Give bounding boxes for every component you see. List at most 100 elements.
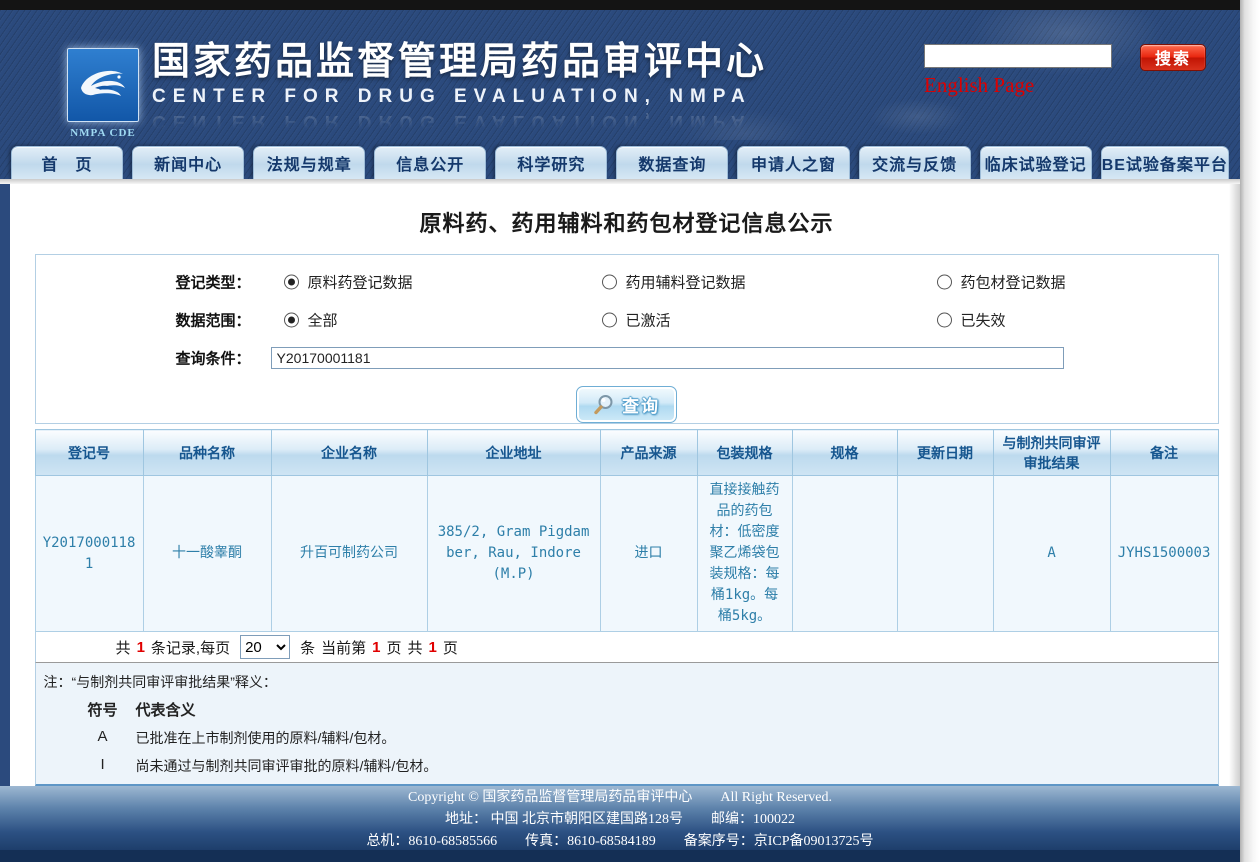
legend-meaning-header: 代表含义 — [136, 699, 1210, 720]
footer-copyright: Copyright © 国家药品监督管理局药品审评中心 All Right Re… — [0, 786, 1240, 806]
site-search-button[interactable]: 搜索 — [1140, 44, 1206, 71]
cell-reg-no: Y20170001181 — [35, 476, 143, 632]
query-button-label: 查询 — [622, 392, 660, 417]
page: NMPA CDE 国家药品监督管理局药品审评中心 CENTER FOR DRUG… — [0, 0, 1240, 862]
left-blue-strip — [0, 184, 10, 786]
legend-notes: 注：“与制剂共同审评审批结果”释义： 符号 代表含义 A 已批准在上市制剂使用的… — [35, 663, 1219, 786]
query-button[interactable]: 查询 — [576, 386, 677, 423]
query-condition-input[interactable] — [271, 347, 1064, 369]
radio-icon[interactable] — [284, 275, 299, 290]
cell-product-name: 十一酸睾酮 — [143, 476, 271, 632]
radio-icon[interactable] — [937, 313, 952, 328]
cde-fish-swoosh-icon — [75, 64, 131, 106]
nav-tab-news[interactable]: 新闻中心 — [132, 146, 244, 179]
nav-tab-applicant-window[interactable]: 申请人之窗 — [737, 146, 849, 179]
data-scope-row: 数据范围： 全部 已激活 已失效 — [36, 301, 1218, 339]
radio-option-packaging-data[interactable]: 药包材登记数据 — [937, 272, 1066, 293]
col-header-remarks: 备注 — [1110, 430, 1218, 476]
legend-symbol-header: 符号 — [70, 699, 136, 720]
scrollbar-gutter[interactable] — [1240, 0, 1259, 862]
main-nav: 首 页 新闻中心 法规与规章 信息公开 科学研究 数据查询 申请人之窗 交流与反… — [0, 140, 1240, 179]
pagination-text: 页 — [386, 637, 401, 658]
col-header-company-name: 企业名称 — [271, 430, 427, 476]
col-header-update-date: 更新日期 — [897, 430, 993, 476]
page-title: 原料药、药用辅料和药包材登记信息公示 — [35, 184, 1219, 254]
nav-tab-feedback[interactable]: 交流与反馈 — [859, 146, 971, 179]
query-condition-row: 查询条件： — [36, 339, 1218, 377]
cell-remarks: JYHS1500003 — [1110, 476, 1218, 632]
table-row: Y20170001181 十一酸睾酮 升百可制药公司 385/2, Gram P… — [35, 476, 1218, 632]
table-header-row: 登记号 品种名称 企业名称 企业地址 产品来源 包装规格 规格 更新日期 与制剂… — [35, 430, 1218, 476]
nav-tab-be-platform[interactable]: BE试验备案平台 — [1101, 146, 1229, 179]
radio-icon[interactable] — [284, 313, 299, 328]
radio-icon[interactable] — [602, 275, 617, 290]
col-header-product-name: 品种名称 — [143, 430, 271, 476]
pagination-text: 条 — [300, 637, 315, 658]
legend-meaning: 已批准在上市制剂使用的原料/辅料/包材。 — [136, 728, 1210, 748]
col-header-spec: 规格 — [792, 430, 897, 476]
radio-icon[interactable] — [602, 313, 617, 328]
cell-joint-review-result: A — [993, 476, 1110, 632]
radio-option-excipient-data[interactable]: 药用辅料登记数据 — [602, 272, 746, 293]
top-black-bar — [0, 0, 1240, 10]
radio-option-api-data[interactable]: 原料药登记数据 — [284, 272, 413, 293]
header-search-area: 搜索 English Page — [924, 44, 1224, 98]
site-title-english: CENTER FOR DRUG EVALUATION, NMPA — [152, 86, 767, 108]
pagination-text: 当前第 — [321, 637, 366, 658]
legend-title: 注：“与制剂共同审评审批结果”释义： — [44, 670, 1210, 699]
cell-update-date — [897, 476, 993, 632]
radio-icon[interactable] — [937, 275, 952, 290]
radio-label: 药用辅料登记数据 — [626, 272, 746, 293]
footer-contact: 总机：8610-68585566 传真：8610-68584189 备案序号：京… — [0, 830, 1240, 850]
content-area: 原料药、药用辅料和药包材登记信息公示 登记类型： 原料药登记数据 药用辅料登记数… — [0, 184, 1240, 786]
col-header-company-address: 企业地址 — [427, 430, 600, 476]
data-scope-label: 数据范围： — [176, 310, 251, 331]
legend-row-a: A 已批准在上市制剂使用的原料/辅料/包材。 — [44, 728, 1210, 748]
nav-tab-home[interactable]: 首 页 — [11, 146, 123, 179]
pagination-text: 页 — [443, 637, 458, 658]
pagination-bar: 共 1 条记录,每页 20 条 当前第 1 页 共 1 页 — [35, 632, 1219, 663]
nav-tab-data-query[interactable]: 数据查询 — [616, 146, 728, 179]
nav-tab-info-disclosure[interactable]: 信息公开 — [374, 146, 486, 179]
col-header-product-source: 产品来源 — [600, 430, 697, 476]
radio-label: 原料药登记数据 — [308, 272, 413, 293]
nav-tab-science[interactable]: 科学研究 — [495, 146, 607, 179]
site-footer: Copyright © 国家药品监督管理局药品审评中心 All Right Re… — [0, 786, 1240, 850]
radio-option-all[interactable]: 全部 — [284, 310, 338, 331]
title-reflection: CENTER FOR DRUG EVALUATION, NMPA — [152, 110, 767, 132]
query-button-row: 查询 — [36, 386, 1218, 423]
header-search-line: 搜索 — [924, 44, 1224, 71]
site-search-input[interactable] — [924, 44, 1112, 68]
logo-caption: NMPA CDE — [64, 127, 142, 139]
total-pages-number: 1 — [428, 639, 436, 656]
nav-tab-clinical-trial[interactable]: 临床试验登记 — [980, 146, 1092, 179]
cell-company-name: 升百可制药公司 — [271, 476, 427, 632]
col-header-joint-review-result: 与制剂共同审评审批结果 — [993, 430, 1110, 476]
nav-tab-regulations[interactable]: 法规与规章 — [253, 146, 365, 179]
reg-type-row: 登记类型： 原料药登记数据 药用辅料登记数据 药包材登记数据 — [36, 263, 1218, 301]
reg-type-label: 登记类型： — [176, 272, 251, 293]
site-header: NMPA CDE 国家药品监督管理局药品审评中心 CENTER FOR DRUG… — [0, 10, 1240, 140]
right-edge-shade — [1229, 184, 1240, 786]
page-size-select[interactable]: 20 — [240, 635, 290, 659]
radio-option-activated[interactable]: 已激活 — [602, 310, 671, 331]
legend-row-i: I 尚未通过与制剂共同审评审批的原料/辅料/包材。 — [44, 756, 1210, 776]
query-form: 登记类型： 原料药登记数据 药用辅料登记数据 药包材登记数据 — [35, 254, 1219, 424]
main-column: 原料药、药用辅料和药包材登记信息公示 登记类型： 原料药登记数据 药用辅料登记数… — [10, 184, 1229, 786]
footer-bottom-bar — [0, 850, 1240, 862]
cell-packaging-spec: 直接接触药品的药包材：低密度聚乙烯袋包装规格：每桶1kg。每桶5kg。 — [697, 476, 792, 632]
pagination-text: 共 — [407, 637, 422, 658]
results-table: 登记号 品种名称 企业名称 企业地址 产品来源 包装规格 规格 更新日期 与制剂… — [35, 429, 1219, 632]
radio-label: 已激活 — [626, 310, 671, 331]
legend-meaning: 尚未通过与制剂共同审评审批的原料/辅料/包材。 — [136, 756, 1210, 776]
english-page-link[interactable]: English Page — [924, 73, 1034, 98]
col-header-reg-no: 登记号 — [35, 430, 143, 476]
browser-viewport: NMPA CDE 国家药品监督管理局药品审评中心 CENTER FOR DRUG… — [0, 0, 1259, 862]
legend-header-row: 符号 代表含义 — [44, 699, 1210, 720]
footer-address: 地址： 中国 北京市朝阳区建国路128号 邮编：100022 — [0, 808, 1240, 828]
cde-logo[interactable]: NMPA CDE — [64, 48, 142, 139]
total-records-count: 1 — [137, 639, 145, 656]
legend-symbol: I — [70, 756, 136, 776]
legend-symbol: A — [70, 728, 136, 748]
radio-option-expired[interactable]: 已失效 — [937, 310, 1006, 331]
